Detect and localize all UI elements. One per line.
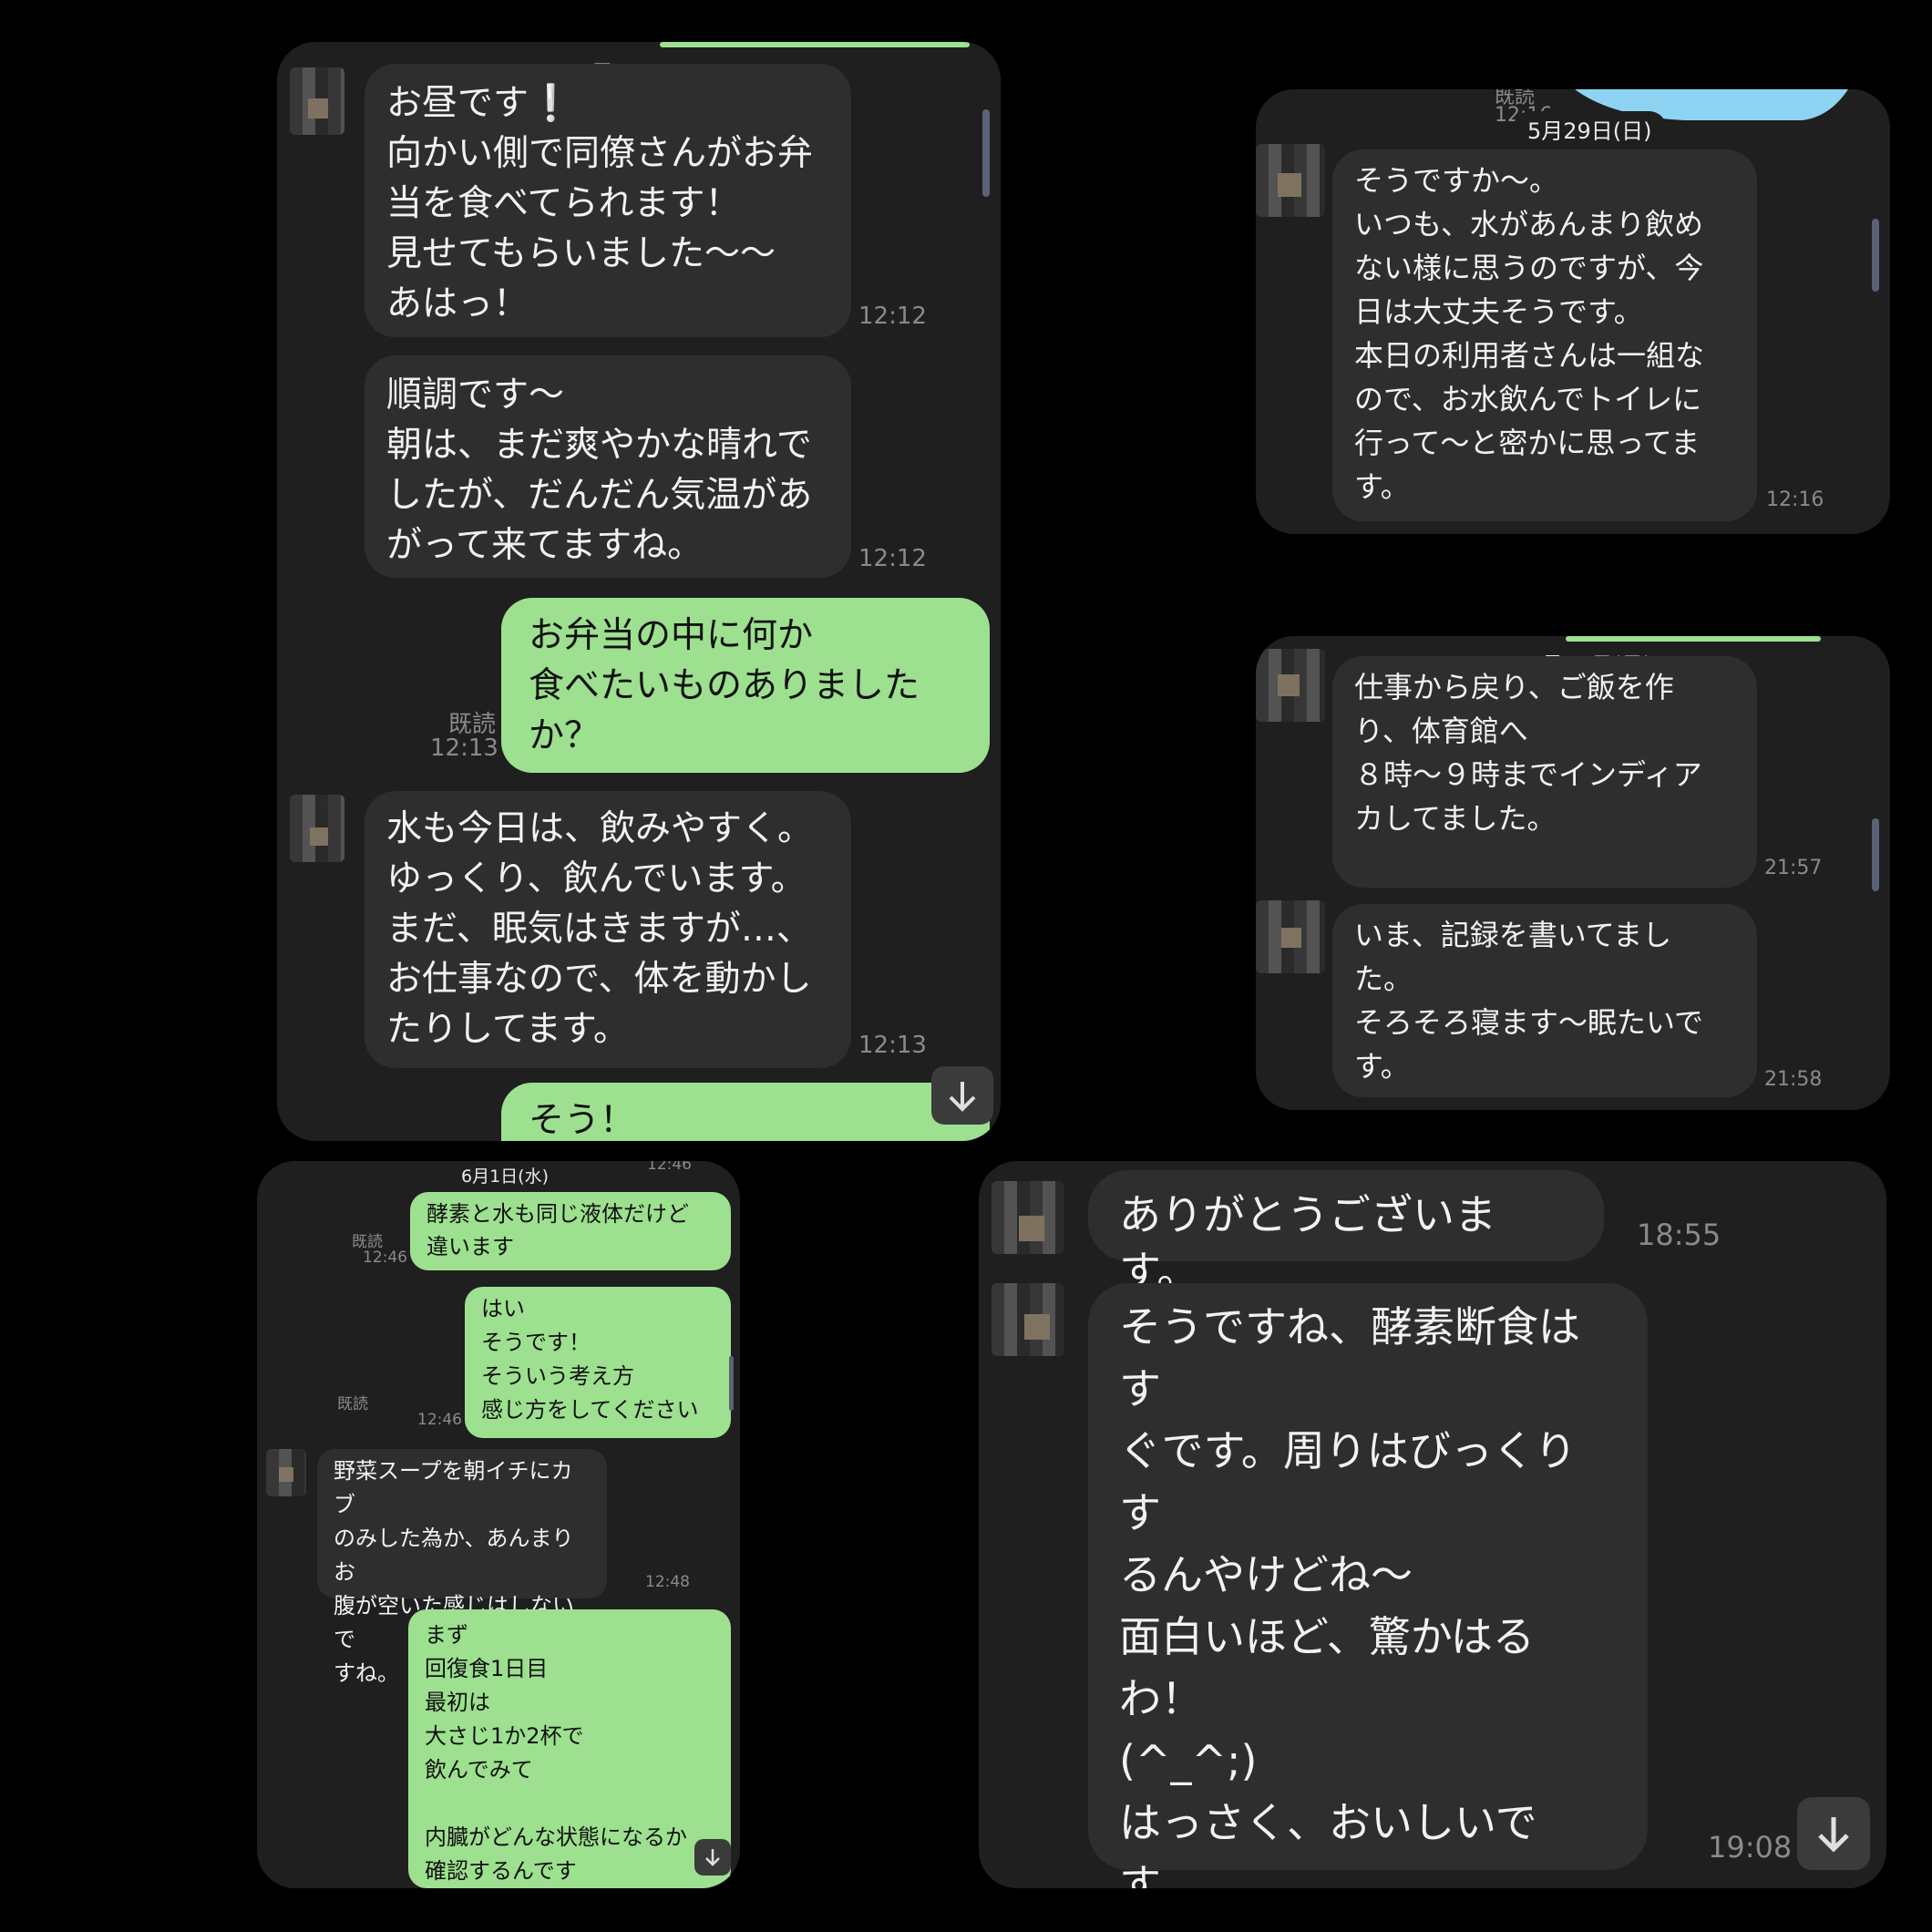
scroll-down-button[interactable] <box>694 1839 731 1875</box>
message-time: 12:13 <box>858 1032 927 1059</box>
outgoing-bubble-edge <box>1566 636 1821 642</box>
outgoing-message[interactable]: まず 回復食1日目 最初は 大さじ1か2杯で 飲んでみて 内臓がどんな状態になる… <box>408 1609 731 1888</box>
message-time: 19:08 <box>1708 1830 1793 1865</box>
scrollbar[interactable] <box>982 109 990 197</box>
avatar[interactable] <box>1256 649 1325 722</box>
scrollbar[interactable] <box>1872 219 1879 292</box>
avatar[interactable] <box>1256 900 1325 973</box>
incoming-message[interactable]: そうですか〜。 いつも、水があんまり飲め ない様に思うのですが、今 日は大丈夫そ… <box>1332 149 1757 521</box>
avatar[interactable] <box>992 1181 1064 1254</box>
message-time: 12:46 <box>363 1249 407 1267</box>
chat-panel-3: 5月29日(日) 仕事から戻り、ご飯を作 り、体育館へ ８時〜９時までインディア… <box>1256 636 1890 1110</box>
chat-panel-4: 12:46 6月1日(水) 既読 12:46 酵素と水も同じ液体だけど 違います… <box>257 1161 740 1888</box>
message-time: 12:16 <box>1766 488 1824 511</box>
outgoing-message[interactable]: はい そうです！ そういう考え方 感じ方をしてください <box>465 1287 731 1438</box>
read-receipt: 既読 <box>337 1395 368 1413</box>
arrow-down-icon <box>705 1849 720 1866</box>
message-time: 12:13 <box>430 735 498 762</box>
message-time: 21:57 <box>1764 857 1823 879</box>
message-time: 21:58 <box>1764 1068 1823 1091</box>
outgoing-bubble-edge <box>660 42 970 47</box>
chat-panel-2: 既読 12:16 5月29日(日) そうですか〜。 いつも、水があんまり飲め な… <box>1256 89 1890 534</box>
message-time: 12:48 <box>645 1573 690 1591</box>
incoming-message[interactable]: 順調です〜 朝は、まだ爽やかな晴れで したが、だんだん気温があ がって来てますね… <box>365 355 851 578</box>
avatar[interactable] <box>290 795 344 862</box>
outgoing-message[interactable]: そう！ <box>501 1083 990 1141</box>
scroll-down-button[interactable] <box>1797 1797 1870 1870</box>
incoming-message[interactable]: いま、記録を書いてまし た。 そろそろ寝ます〜眠たいで す。 <box>1332 904 1757 1097</box>
outgoing-message[interactable]: 酵素と水も同じ液体だけど 違います <box>410 1192 731 1270</box>
message-time: 18:55 <box>1637 1218 1721 1252</box>
date-separator: 5月29日(日) <box>1513 111 1667 147</box>
scroll-down-button[interactable] <box>931 1066 993 1125</box>
avatar[interactable] <box>266 1449 306 1496</box>
message-time: 12:46 <box>417 1411 462 1429</box>
arrow-down-icon <box>949 1082 976 1112</box>
message-time: 12:12 <box>858 545 927 572</box>
chat-panel-5: ありがとうございます。 18:55 そうですね、酵素断食はす ぐです。周りはびっ… <box>979 1161 1886 1888</box>
incoming-message[interactable]: 水も今日は、飲みやすく。 ゆっくり、飲んでいます。 まだ、眠気はきますが…、 お… <box>365 791 851 1068</box>
incoming-message[interactable]: 仕事から戻り、ご飯を作 り、体育館へ ８時〜９時までインディア カしてました。 <box>1332 656 1757 888</box>
arrow-down-icon <box>1818 1817 1849 1853</box>
message-time: 12:46 <box>647 1161 692 1174</box>
avatar[interactable] <box>290 67 344 135</box>
incoming-message[interactable]: 野菜スープを朝イチにカブ のみした為か、あんまりお 腹が空いた感じはしないで す… <box>317 1449 607 1686</box>
incoming-message[interactable]: そうですね、酵素断食はす ぐです。周りはびっくりす るんやけどね〜 面白いほど、… <box>1088 1283 1648 1888</box>
scrollbar[interactable] <box>729 1356 734 1411</box>
incoming-message[interactable]: お昼です❕ 向かい側で同僚さんがお弁 当を食べてられます！ 見せてもらいました〜… <box>365 64 851 337</box>
avatar[interactable] <box>992 1283 1064 1356</box>
incoming-message[interactable]: ありがとうございます。 <box>1088 1170 1604 1296</box>
message-time: 12:12 <box>858 303 927 330</box>
outgoing-message[interactable]: お弁当の中に何か 食べたいものありました か？ <box>501 598 990 773</box>
chat-panel-1: 5月29日(日) お昼です❕ 向かい側で同僚さんがお弁 当を食べてられます！ 見… <box>277 42 1001 1141</box>
scrollbar[interactable] <box>1872 818 1879 891</box>
date-separator: 6月1日(水) <box>447 1161 564 1189</box>
avatar[interactable] <box>1256 144 1325 217</box>
